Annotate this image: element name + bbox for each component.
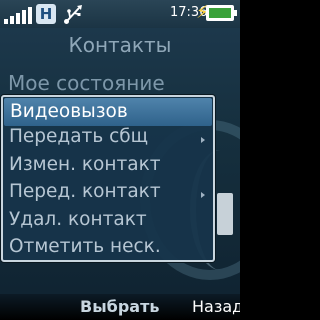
select-softkey[interactable]: Выбрать xyxy=(80,297,159,316)
menu-item-edit-contact[interactable]: Измен. контакт xyxy=(3,154,213,182)
phone-screen: H 17:36 ⚡ Контакты Мое состояние Видеовы… xyxy=(0,0,240,320)
submenu-arrow-icon xyxy=(201,137,205,143)
menu-item-label: Перед. контакт xyxy=(9,181,161,202)
options-menu: Видеовызов Передать сбщ Измен. контакт П… xyxy=(1,95,215,262)
menu-item-label: Удал. контакт xyxy=(9,208,147,230)
menu-item-mark-several[interactable]: Отметить неск. xyxy=(3,236,213,264)
signal-strength-icon xyxy=(4,3,32,24)
usb-icon xyxy=(64,5,82,24)
menu-item-delete-contact[interactable]: Удал. контакт xyxy=(3,209,213,237)
status-bar: H 17:36 ⚡ xyxy=(0,0,240,28)
scrollbar-handle[interactable] xyxy=(217,193,233,235)
softkey-bar: Выбрать Назад xyxy=(0,294,240,320)
list-item-my-status: Мое состояние xyxy=(8,71,165,95)
menu-item-send-message[interactable]: Передать сбщ xyxy=(3,126,213,154)
hspa-network-badge: H xyxy=(36,4,56,24)
back-softkey[interactable]: Назад xyxy=(192,297,240,316)
submenu-arrow-icon xyxy=(201,192,205,198)
menu-item-label: Отметить неск. xyxy=(9,236,161,257)
battery-charging-icon xyxy=(206,5,237,21)
menu-item-video-call[interactable]: Видеовызов xyxy=(4,98,212,126)
menu-item-label: Передать сбщ xyxy=(9,126,149,147)
page-title: Контакты xyxy=(68,33,172,57)
menu-item-label: Измен. контакт xyxy=(9,153,161,175)
menu-item-send-contact[interactable]: Перед. контакт xyxy=(3,181,213,209)
menu-item-label: Видеовызов xyxy=(10,101,128,122)
